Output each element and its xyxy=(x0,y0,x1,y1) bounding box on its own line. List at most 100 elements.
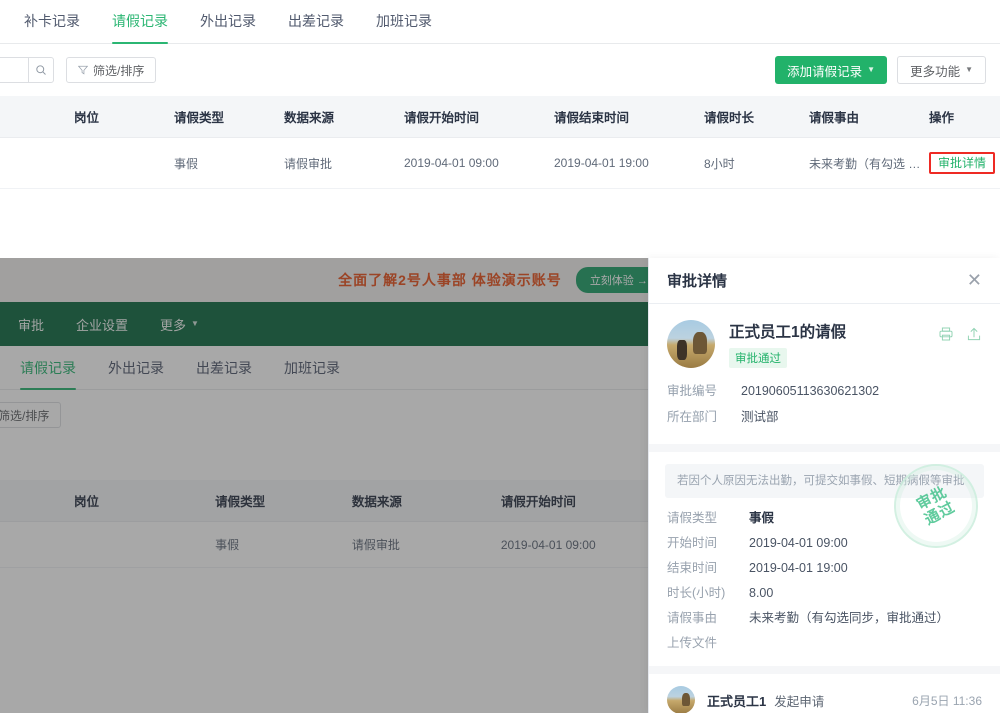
table-header-row: 岗位 请假类型 数据来源 请假开始时间 请假结束时间 请假时长 请假事由 操作 xyxy=(0,96,1000,138)
detail-key: 上传文件 xyxy=(667,636,718,651)
filter-sort-button[interactable]: 筛选/排序 xyxy=(66,57,157,83)
timeline-time: 6月5日 11:36 xyxy=(912,693,982,708)
approval-detail-highlight: 审批详情 xyxy=(929,152,996,174)
section-divider xyxy=(649,444,1000,452)
timeline-divider xyxy=(649,666,1000,675)
col-reason: 请假事由 xyxy=(805,96,925,138)
tab-label: 请假记录 xyxy=(20,360,76,376)
bottom-col-position: 岗位 xyxy=(0,480,212,522)
stamp-text: 审批 通过 xyxy=(914,483,958,528)
nav-label: 审批 xyxy=(18,317,45,333)
nav-label: 企业设置 xyxy=(76,317,129,333)
bottom-filter-sort-button[interactable]: 筛选/排序 xyxy=(0,402,62,428)
add-leave-record-label: 添加请假记录 xyxy=(787,64,863,79)
drawer-title: 审批详情 xyxy=(667,273,728,290)
cell-end-time: 2019-04-01 19:00 xyxy=(550,137,700,189)
drawer-header-actions xyxy=(938,326,982,347)
col-start-time: 请假开始时间 xyxy=(400,96,550,138)
detail-value: 2019-04-01 19:00 xyxy=(749,561,848,576)
tab-buka-records[interactable]: 补卡记录 xyxy=(8,11,96,43)
meta-value: 测试部 xyxy=(741,410,779,424)
tab-label: 加班记录 xyxy=(284,360,340,376)
search-icon xyxy=(36,65,46,75)
timeline-avatar xyxy=(667,686,695,713)
detail-value: 8.00 xyxy=(749,586,774,601)
meta-row-department: 所在部门 测试部 xyxy=(667,404,982,430)
detail-value: 2019-04-01 09:00 xyxy=(749,536,848,551)
bottom-cell-leave-type: 事假 xyxy=(211,521,348,568)
promo-text: 全面了解2号人事部 体验演示账号 xyxy=(338,272,562,288)
bottom-cell-position xyxy=(0,521,212,568)
more-functions-button[interactable]: 更多功能 ▼ xyxy=(897,56,986,84)
toolbar-actions: 添加请假记录 ▼ 更多功能 ▼ xyxy=(775,56,986,84)
detail-row-end-time: 结束时间 2019-04-01 19:00 xyxy=(667,556,982,581)
funnel-icon xyxy=(78,65,88,75)
tab-label: 加班记录 xyxy=(376,13,432,29)
tab-outing-records[interactable]: 外出记录 xyxy=(184,11,272,43)
table-header: 岗位 请假类型 数据来源 请假开始时间 请假结束时间 请假时长 请假事由 操作 xyxy=(0,96,1000,138)
approval-meta-block: 审批编号 20190605113630621302 所在部门 测试部 审批 通过 xyxy=(649,368,1000,548)
applicant-header: 正式员工1的请假 审批通过 xyxy=(649,304,1000,368)
table-row[interactable]: 事假 请假审批 2019-04-01 09:00 2019-04-01 19:0… xyxy=(0,137,1000,189)
detail-value: 事假 xyxy=(749,511,775,526)
chevron-down-icon: ▼ xyxy=(867,65,876,74)
printer-icon[interactable] xyxy=(938,326,954,347)
leave-records-table: 岗位 请假类型 数据来源 请假开始时间 请假结束时间 请假时长 请假事由 操作 … xyxy=(0,96,1000,189)
bottom-tab-outing-records[interactable]: 外出记录 xyxy=(92,358,180,389)
nav-item-enterprise-settings[interactable]: 企业设置 xyxy=(62,315,142,334)
cell-actions: 审批详情 修改 删除 xyxy=(925,137,1000,189)
top-tab-bar: 补卡记录 请假记录 外出记录 出差记录 加班记录 xyxy=(0,0,1000,44)
approval-detail-drawer: 审批详情 ✕ 正式员工1的请假 审批通过 审批编号 20190605113630… xyxy=(648,258,1000,713)
detail-key: 请假事由 xyxy=(667,611,718,626)
approval-detail-link[interactable]: 审批详情 xyxy=(938,156,986,170)
detail-key: 请假类型 xyxy=(667,511,718,526)
table-body: 事假 请假审批 2019-04-01 09:00 2019-04-01 19:0… xyxy=(0,137,1000,189)
col-duration: 请假时长 xyxy=(700,96,805,138)
tab-label: 请假记录 xyxy=(112,13,168,29)
share-icon[interactable] xyxy=(966,326,982,347)
chevron-down-icon: ▼ xyxy=(191,319,199,328)
tab-overtime-records[interactable]: 加班记录 xyxy=(360,11,448,43)
tab-label: 补卡记录 xyxy=(24,13,80,29)
approval-timeline: 正式员工1 发起申请 6月5日 11:36 xyxy=(649,674,1000,713)
approved-stamp-icon: 审批 通过 xyxy=(894,464,978,548)
nav-item-approval[interactable]: 审批 xyxy=(4,315,58,334)
detail-key: 结束时间 xyxy=(667,561,718,576)
tab-label: 外出记录 xyxy=(108,360,164,376)
tab-label: 出差记录 xyxy=(288,13,344,29)
timeline-action: 发起申请 xyxy=(774,694,825,709)
bottom-tab-business-trip-records[interactable]: 出差记录 xyxy=(180,358,268,389)
detail-row-duration: 时长(小时) 8.00 xyxy=(667,581,982,606)
add-leave-record-button[interactable]: 添加请假记录 ▼ xyxy=(775,56,888,84)
nav-item-more[interactable]: 更多 ▼ xyxy=(146,315,213,334)
close-icon[interactable]: ✕ xyxy=(967,271,982,290)
bottom-col-leave-type: 请假类型 xyxy=(211,480,348,522)
cell-duration: 8小时 xyxy=(700,137,805,189)
bottom-tab-leave-records[interactable]: 请假记录 xyxy=(4,358,92,390)
drawer-header: 审批详情 ✕ xyxy=(649,258,1000,304)
table-empty-space xyxy=(0,189,1000,245)
bottom-col-source: 数据来源 xyxy=(347,480,497,522)
tab-business-trip-records[interactable]: 出差记录 xyxy=(272,11,360,43)
bottom-cell-source: 请假审批 xyxy=(347,521,497,568)
tab-label: 外出记录 xyxy=(200,13,256,29)
detail-value: 未来考勤（有勾选同步，审批通过） xyxy=(749,611,950,626)
meta-key: 审批编号 xyxy=(667,384,718,398)
cell-start-time: 2019-04-01 09:00 xyxy=(400,137,550,189)
col-position: 岗位 xyxy=(0,96,170,138)
search-button[interactable] xyxy=(28,57,54,83)
detail-row-upload-file: 上传文件 xyxy=(667,631,982,656)
meta-key: 所在部门 xyxy=(667,410,718,424)
bottom-tab-overtime-records[interactable]: 加班记录 xyxy=(268,358,356,389)
search-input[interactable] xyxy=(0,57,28,83)
tab-leave-records[interactable]: 请假记录 xyxy=(96,11,184,44)
col-leave-type: 请假类型 xyxy=(170,96,280,138)
drawer-body: 正式员工1的请假 审批通过 审批编号 20190605113630621302 … xyxy=(649,304,1000,713)
meta-value: 20190605113630621302 xyxy=(741,384,880,398)
meta-row-approval-no: 审批编号 20190605113630621302 xyxy=(667,378,982,404)
detail-key: 时长(小时) xyxy=(667,586,726,601)
cell-leave-type: 事假 xyxy=(170,137,280,189)
screen-root: 补卡记录 请假记录 外出记录 出差记录 加班记录 筛选/排序 添加请假记录 ▼ … xyxy=(0,0,1000,713)
col-actions: 操作 xyxy=(925,96,1000,138)
cell-reason: 未来考勤（有勾选 … xyxy=(805,137,925,189)
